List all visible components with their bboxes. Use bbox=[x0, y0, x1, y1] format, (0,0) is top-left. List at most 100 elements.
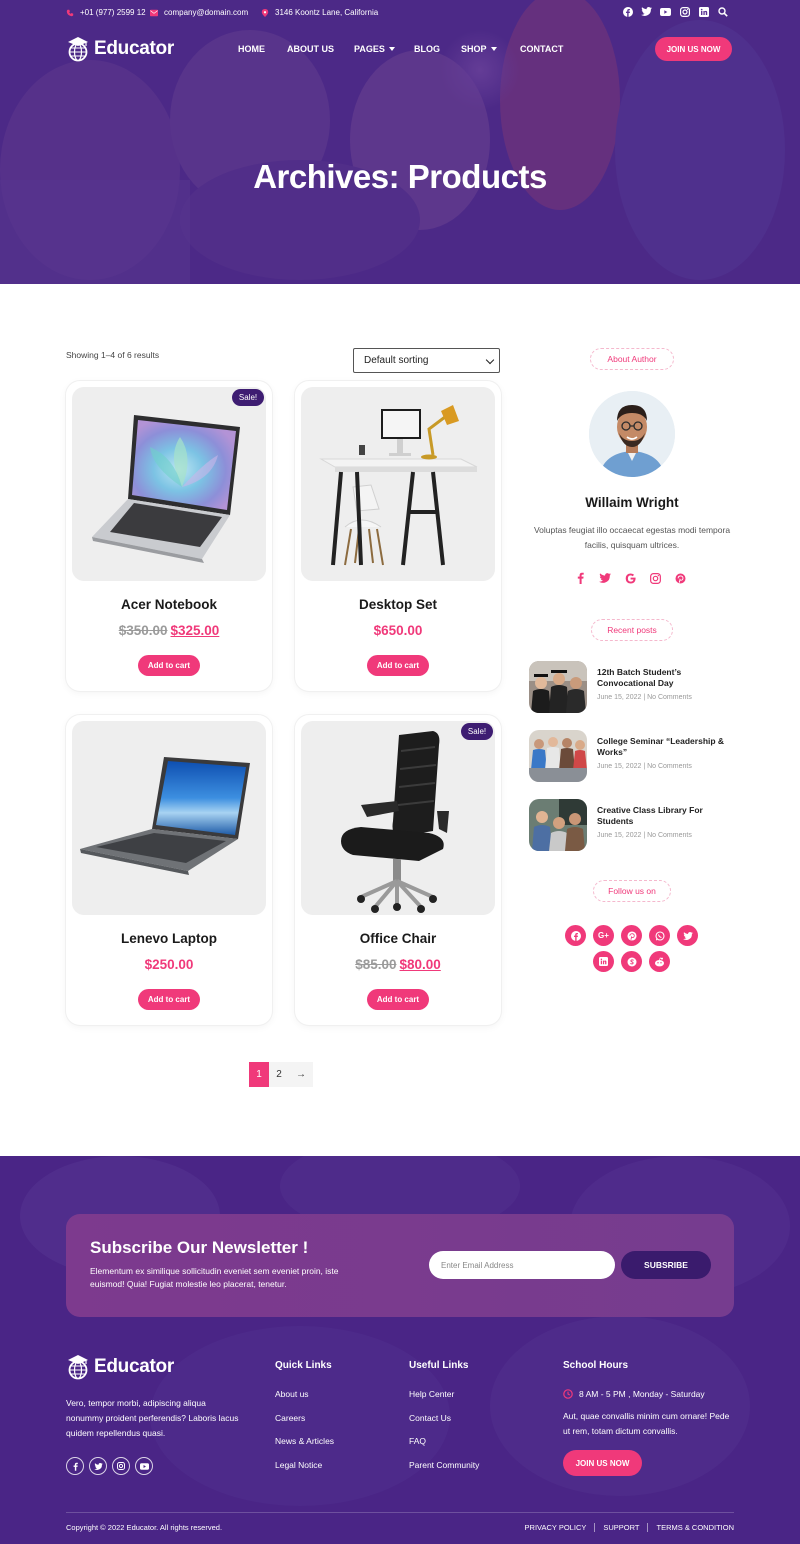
twitter-icon[interactable] bbox=[641, 6, 652, 17]
reddit-icon[interactable] bbox=[649, 951, 670, 972]
product-price: $650.00 bbox=[295, 623, 501, 638]
footer-link[interactable]: Help Center bbox=[409, 1389, 479, 1413]
post-comments[interactable]: No Comments bbox=[647, 694, 692, 701]
product-title[interactable]: Office Chair bbox=[295, 931, 501, 946]
product-image[interactable] bbox=[72, 387, 266, 581]
footer-link[interactable]: FAQ bbox=[409, 1436, 479, 1460]
youtube-icon[interactable] bbox=[660, 6, 671, 17]
subscribe-button[interactable]: SUBSRIBE bbox=[621, 1251, 711, 1279]
privacy-policy-link[interactable]: PRIVACY POLICY bbox=[517, 1523, 595, 1532]
footer-join-us-button[interactable]: JOIN US NOW bbox=[563, 1450, 642, 1476]
product-image[interactable] bbox=[301, 387, 495, 581]
legal-links: PRIVACY POLICY SUPPORT TERMS & CONDITION bbox=[517, 1523, 734, 1532]
product-title[interactable]: Acer Notebook bbox=[66, 597, 272, 612]
site-logo[interactable]: Educator bbox=[66, 36, 174, 62]
school-hours-title: School Hours bbox=[563, 1360, 629, 1371]
author-name: Willaim Wright bbox=[585, 495, 679, 510]
instagram-icon[interactable] bbox=[112, 1457, 130, 1475]
skype-icon[interactable] bbox=[621, 951, 642, 972]
facebook-icon[interactable] bbox=[622, 6, 633, 17]
page-title: Archives: Products bbox=[253, 158, 547, 195]
useful-links-title: Useful Links bbox=[409, 1360, 469, 1371]
pinterest-icon[interactable] bbox=[674, 572, 686, 584]
footer-link[interactable]: Parent Community bbox=[409, 1460, 479, 1484]
footer-link[interactable]: Contact Us bbox=[409, 1413, 479, 1437]
quick-links-list: About us Careers News & Articles Legal N… bbox=[275, 1389, 334, 1483]
newsletter-title: Subscribe Our Newsletter ! bbox=[90, 1238, 309, 1257]
twitter-icon[interactable] bbox=[599, 572, 611, 584]
search-icon[interactable] bbox=[717, 6, 728, 17]
footer-link[interactable]: News & Articles bbox=[275, 1436, 334, 1460]
nav-item-home[interactable]: HOME bbox=[238, 44, 287, 54]
linkedin-icon[interactable] bbox=[698, 6, 709, 17]
sort-select[interactable]: Default sorting bbox=[353, 348, 500, 373]
site-footer: Subscribe Our Newsletter ! Elementum ex … bbox=[0, 1156, 800, 1544]
page-2-button[interactable]: 2 bbox=[269, 1062, 289, 1087]
product-card[interactable]: Lenevo Laptop $250.00 Add to cart bbox=[66, 715, 272, 1025]
join-us-button[interactable]: JOIN US NOW bbox=[655, 37, 732, 61]
support-link[interactable]: SUPPORT bbox=[594, 1523, 647, 1532]
page-1-button[interactable]: 1 bbox=[249, 1062, 269, 1087]
youtube-icon[interactable] bbox=[135, 1457, 153, 1475]
footer-logo[interactable]: Educator bbox=[66, 1354, 174, 1380]
sale-price: $80.00 bbox=[399, 957, 441, 972]
post-thumbnail[interactable] bbox=[529, 661, 587, 713]
product-title[interactable]: Lenevo Laptop bbox=[66, 931, 272, 946]
instagram-icon[interactable] bbox=[679, 6, 690, 17]
instagram-icon[interactable] bbox=[649, 572, 661, 584]
add-to-cart-button[interactable]: Add to cart bbox=[367, 989, 429, 1010]
topbar-email-text: company@domain.com bbox=[164, 8, 249, 17]
facebook-icon[interactable] bbox=[574, 572, 586, 584]
product-card[interactable]: Sale! Acer Notebook $350.00 $325.00 Add t… bbox=[66, 381, 272, 691]
post-title[interactable]: College Seminar “Leadership & Works” bbox=[597, 736, 727, 758]
nav-item-shop[interactable]: SHOP bbox=[461, 44, 520, 54]
facebook-icon[interactable] bbox=[66, 1457, 84, 1475]
facebook-icon[interactable] bbox=[565, 925, 586, 946]
post-thumbnail[interactable] bbox=[529, 799, 587, 851]
linkedin-icon[interactable] bbox=[593, 951, 614, 972]
google-plus-icon[interactable]: G+ bbox=[593, 925, 614, 946]
product-card[interactable]: Sale! Office Chair $85.00 $80.00 Add to c… bbox=[295, 715, 501, 1025]
product-image[interactable] bbox=[72, 721, 266, 915]
laptop-image bbox=[80, 757, 250, 875]
add-to-cart-button[interactable]: Add to cart bbox=[138, 989, 200, 1010]
sale-badge: Sale! bbox=[232, 389, 264, 406]
useful-links-list: Help Center Contact Us FAQ Parent Commun… bbox=[409, 1389, 479, 1483]
add-to-cart-button[interactable]: Add to cart bbox=[367, 655, 429, 676]
nav-item-pages[interactable]: PAGES bbox=[354, 44, 414, 54]
graduation-globe-icon bbox=[68, 37, 88, 62]
whatsapp-icon[interactable] bbox=[649, 925, 670, 946]
recent-post-item[interactable]: Creative Class Library For Students June… bbox=[529, 799, 734, 851]
pinterest-icon[interactable] bbox=[621, 925, 642, 946]
nav-item-blog[interactable]: BLOG bbox=[414, 44, 461, 54]
product-price: $350.00 $325.00 bbox=[66, 623, 272, 638]
footer-link[interactable]: Careers bbox=[275, 1413, 334, 1437]
recent-post-item[interactable]: 12th Batch Student’s Convocational Day J… bbox=[529, 661, 734, 713]
post-date: June 15, 2022 bbox=[597, 832, 642, 839]
product-image[interactable] bbox=[301, 721, 495, 915]
post-comments[interactable]: No Comments bbox=[647, 763, 692, 770]
post-comments[interactable]: No Comments bbox=[647, 832, 692, 839]
footer-link[interactable]: Legal Notice bbox=[275, 1460, 334, 1484]
post-thumbnail[interactable] bbox=[529, 730, 587, 782]
product-card[interactable]: Desktop Set $650.00 Add to cart bbox=[295, 381, 501, 691]
twitter-icon[interactable] bbox=[89, 1457, 107, 1475]
product-title[interactable]: Desktop Set bbox=[295, 597, 501, 612]
twitter-icon[interactable] bbox=[677, 925, 698, 946]
add-to-cart-button[interactable]: Add to cart bbox=[138, 655, 200, 676]
recent-post-item[interactable]: College Seminar “Leadership & Works” Jun… bbox=[529, 730, 734, 782]
topbar-phone[interactable]: +01 (977) 2599 12 bbox=[66, 8, 146, 17]
post-title[interactable]: Creative Class Library For Students bbox=[597, 805, 727, 827]
nav-item-about-us[interactable]: ABOUT US bbox=[287, 44, 354, 54]
google-icon[interactable] bbox=[624, 572, 636, 584]
topbar-email[interactable]: company@domain.com bbox=[150, 8, 248, 17]
nav-item-contact[interactable]: CONTACT bbox=[520, 44, 563, 54]
post-title[interactable]: 12th Batch Student’s Convocational Day bbox=[597, 667, 727, 689]
terms-link[interactable]: TERMS & CONDITION bbox=[647, 1523, 734, 1532]
footer-link[interactable]: About us bbox=[275, 1389, 334, 1413]
phone-icon bbox=[66, 9, 74, 16]
newsletter-email-input[interactable]: Enter Email Address bbox=[429, 1251, 615, 1279]
nav-item-label: HOME bbox=[238, 44, 265, 54]
footer-divider bbox=[66, 1512, 734, 1513]
next-page-button[interactable]: → bbox=[289, 1062, 313, 1087]
